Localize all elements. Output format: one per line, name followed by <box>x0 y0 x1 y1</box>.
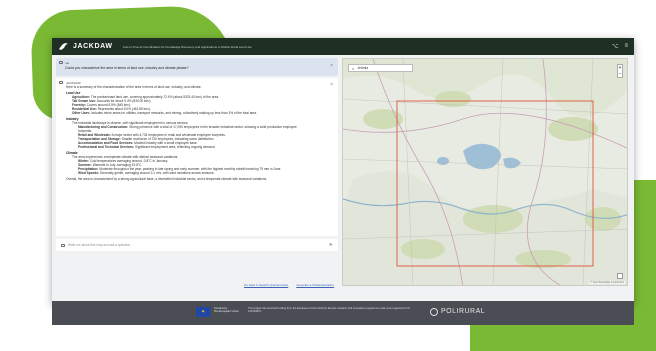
map-attribution: © OpenStreetMap contributors <box>589 281 625 284</box>
polirural-brand: POLIRURAL <box>441 308 486 315</box>
github-icon[interactable]: ⌥ <box>612 43 619 50</box>
map-search-value: Jeßnitz <box>357 66 369 70</box>
line-text: Significant employment area, reflecting … <box>134 145 216 150</box>
message-line: Professional and Technical Services: Sig… <box>66 145 332 149</box>
generate-characterization-link[interactable]: Generate a Characterization <box>296 283 334 287</box>
message-line: Wind Speeds: Generally gentle, averaging… <box>66 171 332 175</box>
zoom-out-button[interactable]: − <box>618 71 622 77</box>
close-icon[interactable]: × <box>330 82 333 88</box>
map-canvas <box>343 59 627 285</box>
message-line: Other Uses: Includes minor areas for uti… <box>66 111 332 115</box>
assistant-message: JACKDAW × Here is a summary of the chara… <box>56 78 338 236</box>
assistant-message-body: Here is a summary of the characterizatio… <box>66 85 332 181</box>
bullet-key: Other Uses: <box>72 111 91 116</box>
chat-input[interactable]: Write me about this map and ask a questi… <box>56 239 338 251</box>
jackdaw-bird-icon <box>59 43 68 50</box>
footer: ✦ Funded by the European Union This proj… <box>52 301 634 325</box>
line-text: Strong presence with a total of 17,090 e… <box>128 124 297 129</box>
search-icon: ⌕ <box>352 65 355 71</box>
map-view[interactable]: ⌕ Jeßnitz + − © OpenStreetMap contributo… <box>342 58 628 286</box>
app-subtitle: Just-in-Time AI Coordination for Knowled… <box>122 44 252 49</box>
line-text: Includes minor areas for utilities, tran… <box>90 111 257 116</box>
chat-icon <box>59 81 63 84</box>
menu-icon[interactable]: ≡ <box>624 43 628 50</box>
close-icon[interactable]: × <box>330 63 333 69</box>
user-label: me <box>65 61 70 65</box>
chat-icon <box>61 243 65 247</box>
funding-label: Funded by the European Union <box>214 306 239 314</box>
chat-input-placeholder: Write me about this map and ask a questi… <box>68 243 133 247</box>
app-name: JACKDAW <box>73 43 113 50</box>
line-text: Overall, the area is characterized by a … <box>66 176 268 181</box>
chat-icon <box>59 61 63 64</box>
message-line: Overall, the area is characterized by a … <box>66 177 332 181</box>
polirural-logo-icon <box>430 308 438 316</box>
chat-panel: me Could you characterize the area in te… <box>56 58 338 287</box>
message-line: Here is a summary of the characterizatio… <box>66 85 332 89</box>
funding-line-2: the European Union <box>214 309 239 314</box>
zoom-control: + − <box>617 64 623 78</box>
bullet-key: Professional and Technical Services: <box>78 145 135 150</box>
send-icon[interactable]: ➤ <box>329 242 333 248</box>
app-window: JACKDAW Just-in-Time AI Coordination for… <box>52 38 634 304</box>
line-text: Here is a summary of the characterizatio… <box>66 85 202 89</box>
line-text: Generally gentle, averaging around 3.1 m… <box>99 171 215 176</box>
map-search-box[interactable]: ⌕ Jeßnitz <box>348 64 413 72</box>
top-bar: JACKDAW Just-in-Time AI Coordination for… <box>52 38 634 55</box>
user-message: me Could you characterize the area in te… <box>56 58 338 76</box>
user-message-text: Could you characterize the area in terms… <box>65 66 189 70</box>
eu-stars-icon: ✦ <box>201 309 206 315</box>
message-line: Manufacturing and Construction: Strong p… <box>66 125 332 129</box>
bullet-key: Wind Speeds: <box>78 171 100 176</box>
map-layer-toggle[interactable] <box>617 273 623 279</box>
back-to-questionnaire-link[interactable]: Go back to Search Questionnaire <box>244 283 288 287</box>
funding-disclaimer: This project has received funding from t… <box>248 307 410 314</box>
